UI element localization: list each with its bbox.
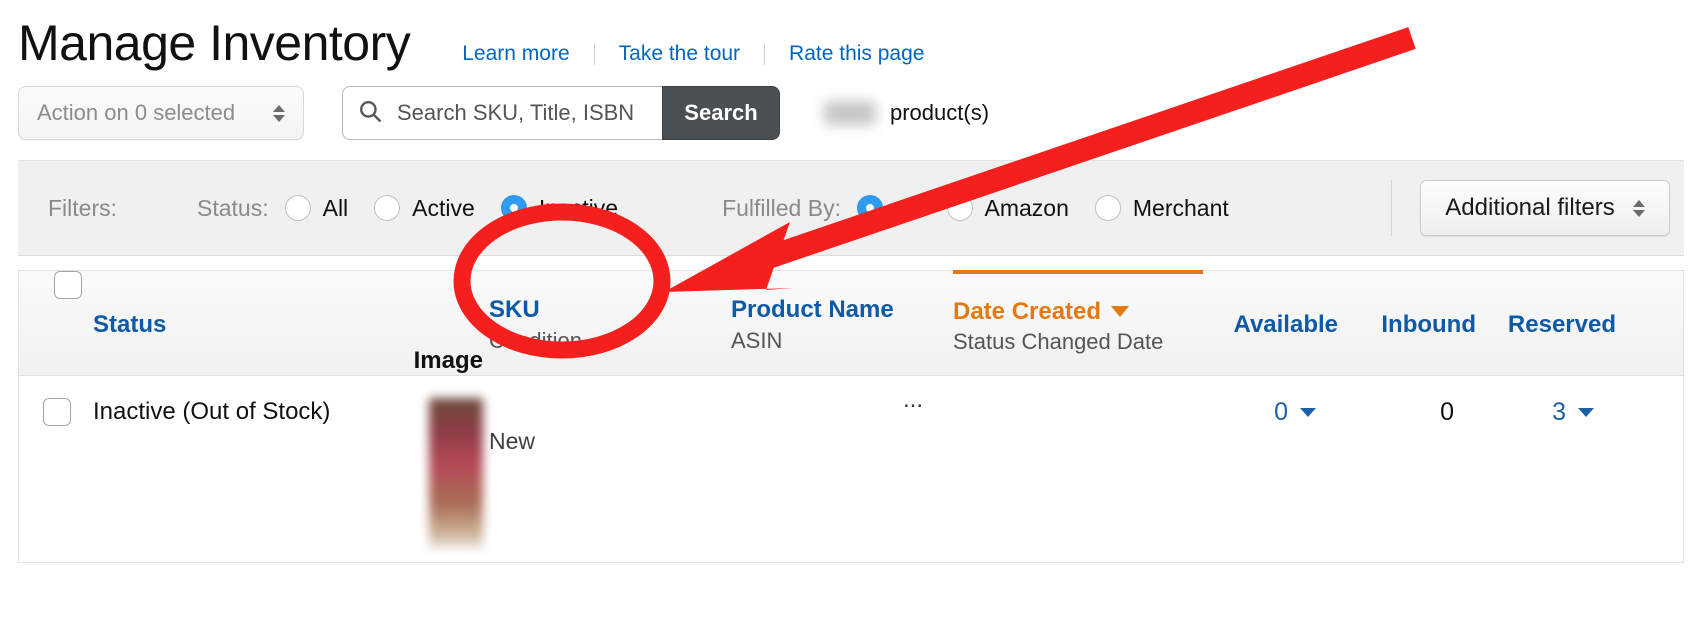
column-header-sku-label: SKU: [489, 296, 540, 323]
toolbar: Action on 0 selected Search product(s): [0, 68, 1702, 140]
page-title: Manage Inventory: [18, 15, 411, 71]
chevron-updown-icon: [273, 104, 285, 122]
row-select-checkbox-cell: [19, 376, 93, 562]
reserved-quantity-control[interactable]: 3: [1476, 398, 1616, 427]
search-area: Search: [342, 86, 780, 140]
column-header-inbound[interactable]: Inbound: [1338, 271, 1476, 375]
available-quantity-control[interactable]: 0: [1203, 398, 1338, 427]
chevron-down-icon: [1300, 408, 1316, 417]
row-product-name-cell: ...: [731, 376, 953, 562]
fulfilled-by-radio-merchant[interactable]: Merchant: [1094, 194, 1229, 222]
column-header-image: Image: [371, 271, 489, 375]
search-icon: [357, 98, 383, 129]
inbound-quantity-value: 0: [1440, 398, 1454, 426]
search-input[interactable]: [395, 99, 648, 127]
table-row: Inactive (Out of Stock) New ... 0 0 3: [19, 376, 1683, 563]
filters-bar: Filters: Status: All Active Inactive Ful…: [18, 160, 1684, 256]
column-header-inbound-label: Inbound: [1381, 311, 1476, 339]
sort-descending-icon: [1111, 305, 1130, 317]
row-sku-cell: New: [489, 376, 731, 562]
column-header-available-label: Available: [1233, 311, 1339, 339]
header-links: Learn more Take the tour Rate this page: [438, 42, 948, 66]
row-select-checkbox[interactable]: [43, 398, 71, 426]
column-header-status-changed-date-label: Status Changed Date: [953, 329, 1164, 355]
column-header-date-created-label: Date Created: [953, 298, 1203, 326]
action-on-selected-dropdown[interactable]: Action on 0 selected: [18, 86, 304, 140]
row-status-cell: Inactive (Out of Stock): [93, 376, 371, 562]
column-header-image-label: Image: [413, 347, 483, 375]
column-header-asin-label: ASIN: [731, 327, 783, 353]
status-radio-inactive[interactable]: Inactive: [500, 194, 619, 222]
learn-more-link[interactable]: Learn more: [438, 42, 593, 66]
product-count: product(s): [824, 100, 989, 126]
action-on-selected-label: Action on 0 selected: [37, 100, 236, 125]
radio-icon: [374, 195, 401, 221]
product-name-truncation: ...: [903, 386, 924, 413]
filters-divider: [1391, 180, 1392, 236]
select-all-checkbox-cell: [19, 271, 93, 375]
column-header-sku[interactable]: SKU Condition: [489, 271, 731, 375]
fulfilled-by-radio-amazon[interactable]: Amazon: [946, 194, 1069, 222]
radio-selected-icon: [856, 195, 883, 221]
status-radio-active-label: Active: [412, 194, 475, 221]
row-date-cell: [953, 376, 1203, 562]
status-filter-label: Status:: [197, 194, 269, 221]
status-filter-group: Status: All Active Inactive: [197, 195, 644, 222]
radio-selected-icon: [500, 195, 527, 221]
radio-icon: [1094, 195, 1121, 221]
radio-icon: [284, 195, 311, 221]
product-count-label: product(s): [890, 100, 990, 125]
radio-icon: [946, 195, 973, 221]
status-radio-all-label: All: [322, 194, 349, 221]
reserved-quantity-value: 3: [1552, 398, 1566, 426]
table-header-row: Status Image SKU Condition Product Name …: [19, 270, 1683, 376]
page-header: Manage Inventory Learn more Take the tou…: [0, 0, 1702, 68]
available-quantity-value: 0: [1274, 398, 1288, 426]
column-header-date-created-text: Date Created: [953, 297, 1102, 325]
column-header-date-created[interactable]: Date Created Status Changed Date: [953, 270, 1203, 375]
fulfilled-by-radio-amazon-label: Amazon: [984, 194, 1069, 221]
column-header-reserved-label: Reserved: [1507, 311, 1616, 339]
fulfilled-by-radio-all[interactable]: All: [856, 194, 921, 222]
column-header-available[interactable]: Available: [1203, 271, 1339, 375]
rate-this-page-link[interactable]: Rate this page: [765, 42, 948, 66]
column-header-product-name-label: Product Name: [731, 296, 894, 323]
inventory-table: Status Image SKU Condition Product Name …: [18, 270, 1684, 563]
column-header-status[interactable]: Status: [93, 271, 371, 375]
product-thumbnail-redacted: [429, 398, 483, 548]
fulfilled-by-radio-all-label: All: [894, 194, 921, 221]
select-all-checkbox[interactable]: [54, 271, 82, 299]
row-available-cell: 0: [1203, 376, 1338, 562]
chevron-updown-icon: [1632, 199, 1645, 217]
row-condition-text: New: [489, 428, 536, 454]
fulfilled-by-filter-group: Fulfilled By: All Amazon Merchant: [722, 195, 1255, 222]
column-header-status-label: Status: [93, 311, 167, 339]
status-radio-all[interactable]: All: [284, 194, 349, 222]
column-header-product-name[interactable]: Product Name ASIN: [731, 271, 953, 375]
search-box[interactable]: [342, 86, 662, 140]
row-status-text: Inactive (Out of Stock): [93, 398, 331, 425]
column-header-reserved[interactable]: Reserved: [1476, 271, 1616, 375]
product-count-value-redacted: [824, 101, 876, 125]
chevron-down-icon: [1578, 408, 1594, 417]
take-the-tour-link[interactable]: Take the tour: [595, 42, 764, 66]
row-inbound-cell: 0: [1338, 376, 1476, 562]
status-radio-active[interactable]: Active: [374, 195, 475, 222]
status-radio-inactive-label: Inactive: [538, 194, 619, 221]
row-reserved-cell: 3: [1476, 376, 1616, 562]
fulfilled-by-label: Fulfilled By:: [722, 194, 841, 221]
filters-label: Filters:: [48, 194, 117, 221]
additional-filters-label: Additional filters: [1445, 194, 1615, 221]
fulfilled-by-radio-merchant-label: Merchant: [1132, 194, 1229, 221]
row-image-cell: [371, 376, 489, 562]
search-button[interactable]: Search: [662, 86, 780, 140]
additional-filters-button[interactable]: Additional filters: [1420, 180, 1670, 236]
column-header-condition-label: Condition: [489, 327, 582, 353]
